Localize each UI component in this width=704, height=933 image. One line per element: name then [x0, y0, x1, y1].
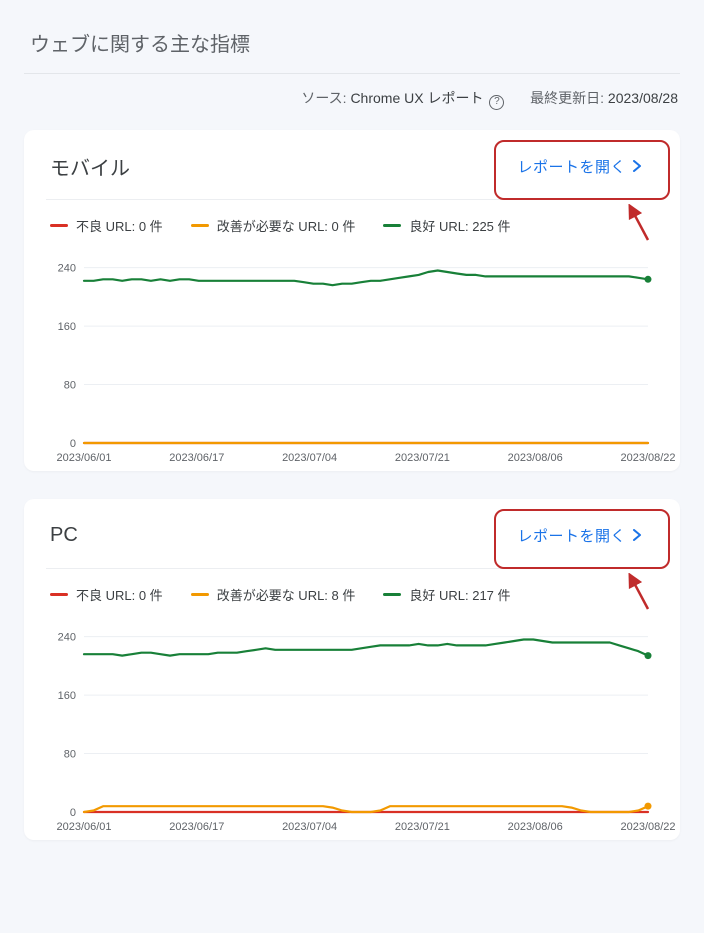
svg-text:0: 0 — [70, 438, 76, 450]
page-title: ウェブに関する主な指標 — [30, 28, 680, 57]
card-mobile: モバイル レポートを開く 不良 URL: 0 件 改善が必要な URL: 0 件… — [24, 130, 680, 471]
legend-swatch-good — [383, 593, 401, 596]
svg-text:0: 0 — [70, 807, 76, 819]
legend-item-bad: 不良 URL: 0 件 — [50, 585, 163, 604]
legend-item-need: 改善が必要な URL: 8 件 — [191, 585, 356, 604]
legend-item-bad: 不良 URL: 0 件 — [50, 216, 163, 235]
open-report-label: レポートを開く — [517, 156, 626, 177]
chevron-right-icon — [632, 529, 642, 541]
chevron-right-icon — [632, 160, 642, 172]
open-report-label: レポートを開く — [517, 525, 626, 546]
svg-text:2023/08/22: 2023/08/22 — [620, 452, 675, 464]
chart-mobile: 0 80 160 240 2023/06/01 2023/06/17 2023/07/04 2… — [46, 241, 658, 471]
legend-item-need: 改善が必要な URL: 0 件 — [191, 216, 356, 235]
svg-text:2023/07/21: 2023/07/21 — [395, 452, 450, 464]
legend-mobile: 不良 URL: 0 件 改善が必要な URL: 0 件 良好 URL: 225 … — [24, 200, 680, 241]
legend-label-need: 改善が必要な URL: 0 件 — [217, 216, 356, 235]
svg-text:2023/08/06: 2023/08/06 — [508, 821, 563, 833]
svg-text:240: 240 — [58, 262, 76, 274]
svg-text:2023/07/04: 2023/07/04 — [282, 452, 337, 464]
legend-label-good: 良好 URL: 225 件 — [409, 216, 510, 235]
source-value: Chrome UX レポート — [350, 90, 483, 106]
card-title-pc: PC — [50, 524, 78, 547]
svg-text:2023/07/21: 2023/07/21 — [395, 821, 450, 833]
svg-text:2023/06/01: 2023/06/01 — [56, 452, 111, 464]
legend-swatch-bad — [50, 224, 68, 227]
last-updated-value: 2023/08/28 — [608, 90, 678, 106]
legend-item-good: 良好 URL: 217 件 — [383, 585, 510, 604]
legend-label-need: 改善が必要な URL: 8 件 — [217, 585, 356, 604]
legend-label-bad: 不良 URL: 0 件 — [76, 216, 163, 235]
legend-item-good: 良好 URL: 225 件 — [383, 216, 510, 235]
legend-swatch-good — [383, 224, 401, 227]
svg-text:2023/06/17: 2023/06/17 — [169, 821, 224, 833]
legend-swatch-need — [191, 593, 209, 596]
svg-text:2023/06/17: 2023/06/17 — [169, 452, 224, 464]
open-report-button-mobile[interactable]: レポートを開く — [505, 148, 654, 185]
legend-label-bad: 不良 URL: 0 件 — [76, 585, 163, 604]
svg-text:160: 160 — [58, 690, 76, 702]
legend-pc: 不良 URL: 0 件 改善が必要な URL: 8 件 良好 URL: 217 … — [24, 569, 680, 610]
divider — [24, 73, 680, 74]
open-report-button-pc[interactable]: レポートを開く — [505, 517, 654, 554]
chart-pc: 0 80 160 240 2023/06/01 2023/06/17 2023/07/04 2… — [46, 610, 658, 840]
last-updated-label: 最終更新日: — [530, 90, 604, 106]
svg-text:240: 240 — [58, 631, 76, 643]
svg-text:2023/06/01: 2023/06/01 — [56, 821, 111, 833]
svg-text:2023/08/06: 2023/08/06 — [508, 452, 563, 464]
meta-row: ソース: Chrome UX レポート ? 最終更新日: 2023/08/28 — [24, 88, 678, 110]
card-title-mobile: モバイル — [50, 152, 130, 181]
help-icon[interactable]: ? — [489, 95, 504, 110]
source-label: ソース: — [301, 90, 346, 106]
legend-label-good: 良好 URL: 217 件 — [409, 585, 510, 604]
svg-text:160: 160 — [58, 321, 76, 333]
card-pc: PC レポートを開く 不良 URL: 0 件 改善が必要な URL: 8 件 良… — [24, 499, 680, 840]
svg-text:2023/08/22: 2023/08/22 — [620, 821, 675, 833]
legend-swatch-bad — [50, 593, 68, 596]
svg-text:80: 80 — [64, 748, 76, 760]
svg-text:2023/07/04: 2023/07/04 — [282, 821, 337, 833]
svg-text:80: 80 — [64, 379, 76, 391]
legend-swatch-need — [191, 224, 209, 227]
